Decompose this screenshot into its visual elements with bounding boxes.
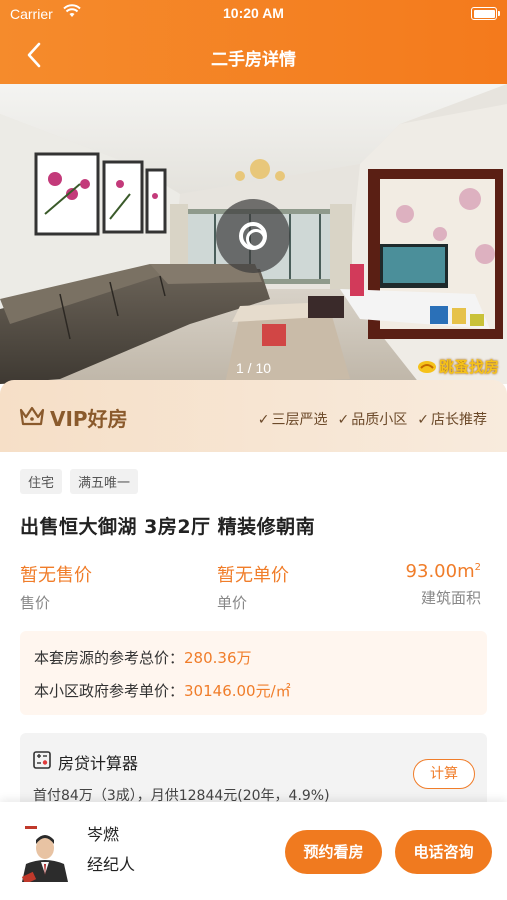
area-number: 93.00m	[405, 561, 475, 582]
price-value: 暂无售价	[20, 565, 92, 586]
listing-detail-page: Carrier 10:20 AM 二手房详情 1 / 10 跳蚤找房 VIP好房…	[0, 0, 507, 900]
header: Carrier 10:20 AM 二手房详情	[0, 0, 507, 84]
reference-total-value: 280.36万	[184, 649, 252, 667]
unit-price-stat: 暂无单价 单价	[217, 561, 289, 613]
vr-icon	[239, 222, 267, 250]
agent-role: 经纪人	[87, 855, 136, 874]
vip-tags: 三层严选 品质小区 店长推荐	[258, 409, 487, 429]
crown-icon	[19, 406, 45, 426]
calculate-button[interactable]: 计算	[413, 759, 475, 789]
status-bar: Carrier 10:20 AM	[0, 0, 507, 28]
area-value: 93.00m2	[406, 561, 481, 582]
area-unit-superscript: 2	[474, 562, 481, 573]
listing-tag: 住宅	[20, 469, 63, 494]
area-label: 建筑面积	[420, 589, 481, 607]
price-label: 售价	[20, 594, 51, 612]
listing-tags: 住宅 满五唯一	[20, 469, 139, 494]
battery-icon	[471, 7, 500, 20]
reference-price-box: 本套房源的参考总价：280.36万 本小区政府参考单价：30146.00元/㎡	[20, 631, 487, 715]
watermark-text: 跳蚤找房	[438, 358, 499, 376]
vip-tag: 三层严选	[258, 409, 328, 429]
price-stat: 暂无售价 售价	[20, 561, 92, 613]
unit-price-value: 暂无单价	[217, 565, 289, 586]
vip-tag: 店长推荐	[417, 409, 487, 429]
vip-tag: 品质小区	[338, 409, 407, 429]
listing-title: 出售恒大御湖 3房2厅 精装修朝南	[20, 516, 316, 538]
phone-consult-button[interactable]: 电话咨询	[395, 830, 492, 874]
reference-unit-value: 30146.00元/㎡	[184, 682, 291, 700]
watermark-logo-icon	[417, 361, 436, 373]
reference-total-row: 本套房源的参考总价：280.36万	[34, 647, 252, 668]
agent-footer: 岑燃 经纪人 预约看房 电话咨询	[0, 802, 507, 900]
reference-total-label: 本套房源的参考总价：	[34, 649, 185, 667]
reference-unit-label: 本小区政府参考单价：	[34, 682, 185, 700]
clock: 10:20 AM	[223, 5, 284, 21]
listing-photo[interactable]: 1 / 10 跳蚤找房	[0, 84, 507, 384]
vip-title: VIP好房	[50, 407, 128, 431]
vip-banner: VIP好房 三层严选 品质小区 店长推荐	[0, 380, 507, 452]
page-title: 二手房详情	[211, 50, 296, 70]
brand-watermark: 跳蚤找房	[417, 356, 499, 377]
mortgage-calculator-title: 房贷计算器	[58, 754, 139, 773]
agent-avatar[interactable]	[22, 824, 68, 882]
reference-unit-row: 本小区政府参考单价：30146.00元/㎡	[34, 680, 291, 701]
listing-tag: 满五唯一	[70, 469, 139, 494]
mortgage-calculator-card[interactable]: 房贷计算器 首付84万（3成），月供12844元(20年，4.9%) 计算	[20, 733, 487, 813]
unit-price-label: 单价	[217, 594, 248, 612]
agent-name: 岑燃	[87, 825, 120, 844]
calculator-icon	[33, 751, 51, 769]
area-stat: 93.00m2 建筑面积	[406, 561, 481, 608]
book-viewing-button[interactable]: 预约看房	[285, 830, 382, 874]
vr-view-button[interactable]	[216, 199, 290, 273]
